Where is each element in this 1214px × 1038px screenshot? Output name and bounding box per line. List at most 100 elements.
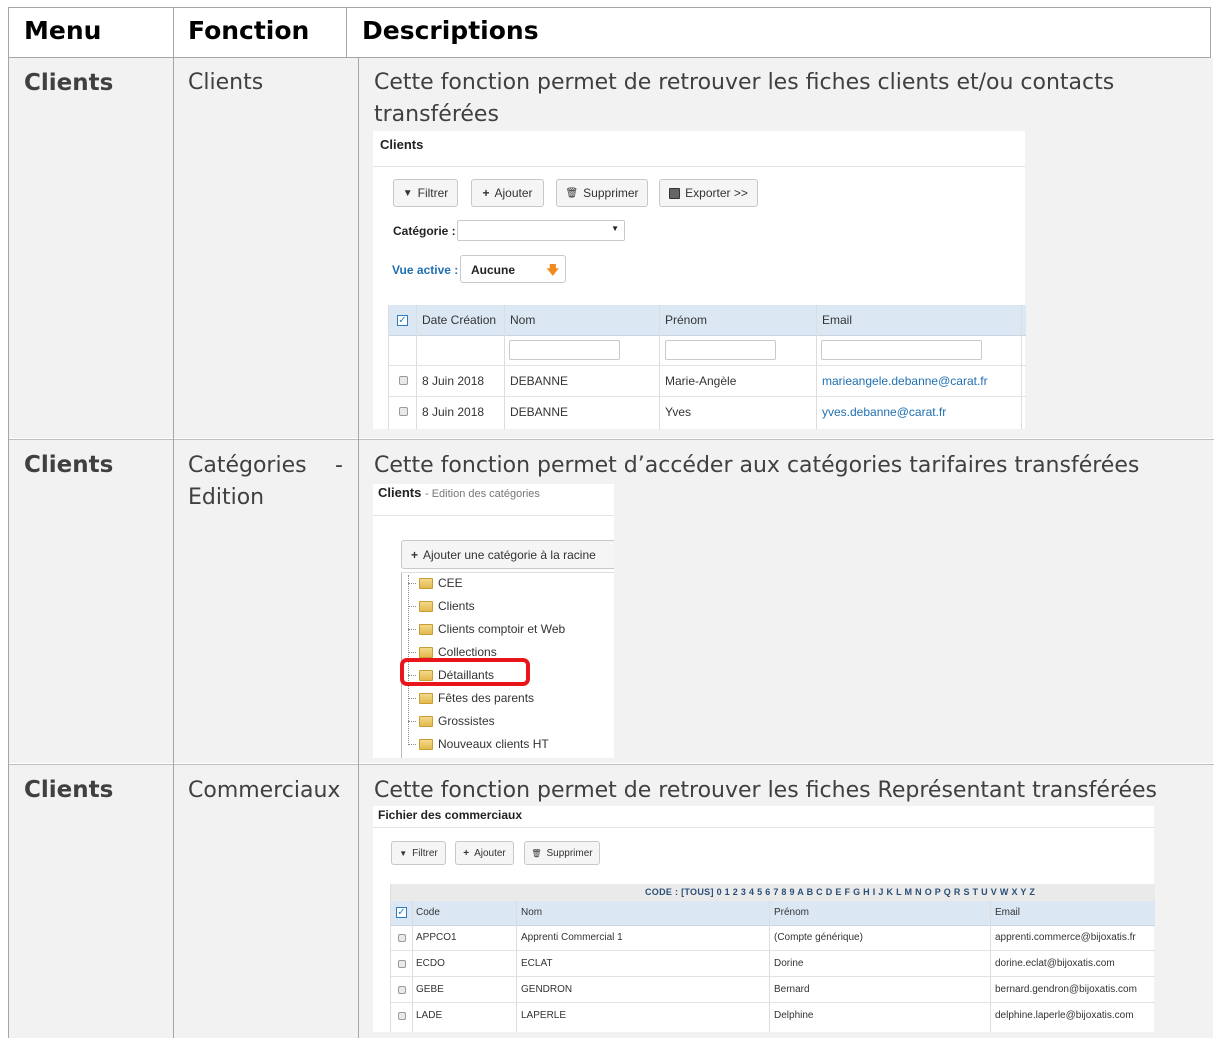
cell-nom: LAPERLE: [521, 1010, 567, 1021]
folder-icon: [419, 624, 433, 635]
commerciaux-table-header: [391, 901, 1155, 926]
add-button[interactable]: + Ajouter: [471, 179, 544, 207]
row1-fonction: Clients: [188, 70, 264, 95]
add-button[interactable]: + Ajouter: [455, 841, 514, 865]
cell-prenom: Bernard: [774, 984, 810, 995]
tree-item-cee[interactable]: CEE: [438, 576, 463, 590]
row-checkbox[interactable]: [398, 1012, 406, 1020]
row1-description: Cette fonction permet de retrouver les f…: [374, 70, 1115, 127]
add-root-category-button[interactable]: + Ajouter une catégorie à la racine: [401, 540, 614, 569]
highlight-box: [400, 658, 530, 686]
row2-menu: Clients: [24, 452, 114, 478]
cell-email: bernard.gendron@bijoxatis.com: [995, 984, 1137, 995]
row-checkbox[interactable]: [399, 407, 408, 416]
col-nom[interactable]: Nom: [521, 907, 542, 918]
tree-item-clients[interactable]: Clients: [438, 599, 475, 613]
col-prenom[interactable]: Prénom: [665, 313, 707, 327]
cell-prenom: Marie-Angèle: [665, 374, 737, 388]
select-all-checkbox[interactable]: ✓: [397, 315, 408, 326]
cell-prenom: Yves: [665, 405, 692, 419]
cell-nom: GENDRON: [521, 984, 573, 995]
clients-title: Clients: [380, 137, 424, 152]
col-prenom[interactable]: Prénom: [774, 907, 809, 918]
cell-email-link[interactable]: marieangele.debanne@carat.fr: [822, 374, 988, 388]
row2-fonction-dash: -: [335, 453, 343, 478]
col-nom[interactable]: Nom: [510, 313, 535, 327]
select-all-checkbox[interactable]: ✓: [396, 907, 407, 918]
filter-button[interactable]: ▼ Filtrer: [393, 179, 458, 207]
header-descriptions: Descriptions: [362, 16, 539, 45]
col-date[interactable]: Date Création: [422, 313, 496, 327]
commerciaux-table: CODE : [TOUS] 0 1 2 3 4 5 6 7 8 9 A B C …: [390, 884, 1155, 1032]
cell-prenom: Dorine: [774, 958, 804, 969]
folder-icon: [419, 693, 433, 704]
table-left-border: [8, 7, 9, 1038]
filter-prenom-input[interactable]: [665, 340, 776, 360]
cell-email: delphine.laperle@bijoxatis.com: [995, 1010, 1134, 1021]
row3-description: Cette fonction permet de retrouver les f…: [374, 778, 1157, 803]
plus-icon: +: [463, 847, 470, 859]
filter-icon: ▼: [399, 848, 408, 858]
cell-email-link[interactable]: yves.debanne@carat.fr: [822, 405, 946, 419]
cell-prenom: Delphine: [774, 1010, 814, 1021]
cell-nom: Apprenti Commercial 1: [521, 932, 623, 943]
row3-fonction: Commerciaux: [188, 778, 341, 803]
cell-code: APPCO1: [416, 932, 457, 943]
view-label: Vue active :: [392, 263, 459, 277]
row1-menu: Clients: [24, 70, 114, 96]
code-alpha-filter[interactable]: CODE : [TOUS] 0 1 2 3 4 5 6 7 8 9 A B C …: [645, 887, 1035, 897]
categories-subtitle: - Edition des catégories: [424, 488, 540, 500]
row2-fonction-line1: Catégories: [188, 453, 307, 478]
tree-item-grossistes[interactable]: Grossistes: [438, 714, 495, 728]
clients-screenshot: Clients ▼ Filtrer + Ajouter 🗑 Supprimer Exp…: [373, 131, 1026, 429]
row-checkbox[interactable]: [398, 986, 406, 994]
header-menu: Menu: [24, 16, 102, 45]
arrow-down-icon: 🡇: [546, 263, 559, 277]
commerciaux-title: Fichier des commerciaux: [378, 808, 523, 822]
row2-description: Cette fonction permet d’accéder aux caté…: [374, 453, 1140, 478]
header-bottom-border: [8, 57, 1211, 58]
col-code[interactable]: Code: [416, 907, 440, 918]
row1-bottom-border: [8, 439, 1214, 440]
cell-prenom: (Compte générique): [774, 932, 863, 943]
cell-code: GEBE: [416, 984, 444, 995]
cell-nom: DEBANNE: [510, 374, 569, 388]
cell-code: ECDO: [416, 958, 445, 969]
tree-item-fetes[interactable]: Fêtes des parents: [438, 691, 534, 705]
col-divider-2: [358, 58, 359, 1038]
cell-email: apprenti.commerce@bijoxatis.fr: [995, 932, 1136, 943]
filter-email-input[interactable]: [821, 340, 982, 360]
view-select[interactable]: Aucune 🡇: [460, 255, 566, 283]
row-checkbox[interactable]: [398, 934, 406, 942]
col-divider-1: [173, 7, 174, 1038]
tree-item-clients-comptoir[interactable]: Clients comptoir et Web: [438, 622, 565, 636]
col-email[interactable]: Email: [822, 313, 852, 327]
clients-table: ✓ Date Création Nom Prénom Email 8 Juin …: [388, 305, 1026, 429]
row2-bottom-border: [8, 764, 1214, 765]
trash-icon: 🗑: [531, 848, 542, 858]
cell-nom: DEBANNE: [510, 405, 569, 419]
export-button[interactable]: Exporter >>: [659, 179, 758, 207]
delete-button[interactable]: 🗑 Supprimer: [556, 179, 648, 207]
delete-button[interactable]: 🗑 Supprimer: [524, 841, 600, 865]
folder-icon: [419, 601, 433, 612]
tree-item-collections[interactable]: Collections: [438, 645, 497, 659]
cell-email: dorine.eclat@bijoxatis.com: [995, 958, 1115, 969]
filter-button[interactable]: ▼ Filtrer: [391, 841, 446, 865]
row-checkbox[interactable]: [398, 960, 406, 968]
filter-nom-input[interactable]: [509, 340, 620, 360]
row-checkbox[interactable]: [399, 376, 408, 385]
plus-icon: +: [411, 547, 419, 562]
view-value: Aucune: [471, 263, 516, 277]
cell-date: 8 Juin 2018: [422, 374, 485, 388]
tree-item-nouveaux[interactable]: Nouveaux clients HT: [438, 737, 549, 751]
plus-icon: +: [482, 186, 490, 200]
category-select[interactable]: ▼: [457, 220, 625, 241]
trash-icon: 🗑: [565, 187, 579, 199]
folder-icon: [419, 578, 433, 589]
cell-date: 8 Juin 2018: [422, 405, 485, 419]
commerciaux-screenshot: Fichier des commerciaux ▼ Filtrer + Ajoute…: [373, 806, 1155, 1032]
col-email[interactable]: Email: [995, 907, 1020, 918]
header-fonction: Fonction: [188, 16, 310, 45]
cell-nom: ECLAT: [521, 958, 553, 969]
